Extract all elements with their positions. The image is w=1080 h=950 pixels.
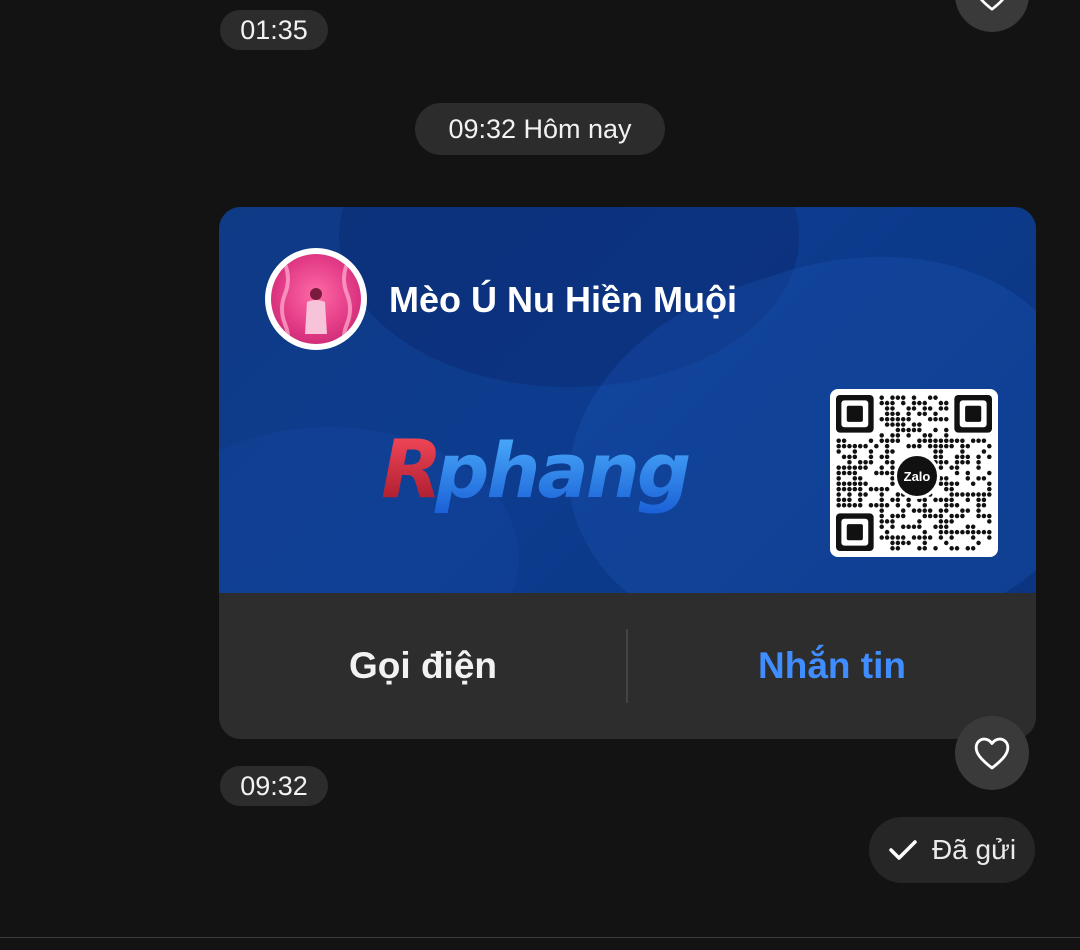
sent-status: Đã gửi	[869, 817, 1035, 883]
message-button[interactable]: Nhắn tin	[628, 593, 1036, 739]
check-icon	[889, 840, 917, 860]
divider	[0, 937, 1080, 938]
svg-text:phang: phang	[434, 426, 689, 515]
avatar-photo	[271, 254, 361, 344]
date-separator: 09:32 Hôm nay	[415, 103, 665, 155]
rphang-logo: R phang	[381, 425, 692, 516]
heart-icon	[974, 737, 1010, 770]
timestamp-pill: 09:32	[220, 766, 328, 806]
timestamp-pill: 01:35	[220, 10, 328, 50]
contact-card[interactable]: Mèo Ú Nu Hiền Muội R phang Zalo Gọi điện…	[219, 207, 1036, 739]
qr-code[interactable]: Zalo	[830, 389, 998, 557]
zalo-badge: Zalo	[894, 453, 940, 499]
call-button[interactable]: Gọi điện	[219, 593, 627, 739]
contact-name: Mèo Ú Nu Hiền Muội	[389, 279, 737, 320]
react-button[interactable]	[955, 0, 1029, 32]
svg-text:R: R	[381, 425, 441, 516]
contact-card-actions: Gọi điện Nhắn tin	[219, 593, 1036, 739]
avatar[interactable]	[265, 248, 367, 350]
heart-icon	[979, 0, 1005, 11]
contact-card-header[interactable]: Mèo Ú Nu Hiền Muội R phang Zalo	[219, 207, 1036, 593]
react-button[interactable]	[955, 716, 1029, 790]
sent-status-label: Đã gửi	[931, 834, 1017, 865]
